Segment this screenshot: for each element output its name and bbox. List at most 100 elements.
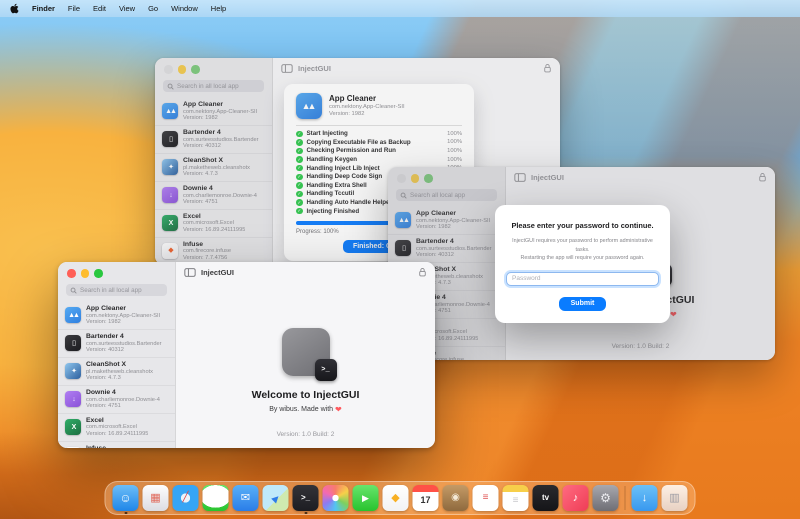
dock-item[interactable] <box>322 485 350 511</box>
dock-item[interactable]: ▶ <box>262 485 290 511</box>
menu-item[interactable]: Go <box>148 4 158 13</box>
dock-item[interactable]: ≡ <box>502 485 530 511</box>
app-version: Version: 40312 <box>86 347 124 354</box>
dock-item[interactable]: ☺ <box>112 485 140 514</box>
close-button[interactable] <box>164 65 173 74</box>
check-icon <box>296 199 303 206</box>
sidebar-app-row[interactable]: ↓ Downie 4 com.charliemonroe.Downie-4 Ve… <box>58 384 175 413</box>
dock-item[interactable]: ♪ <box>562 485 590 511</box>
app-version: Version: 1982 <box>183 115 218 122</box>
dock-item[interactable]: ◉ <box>442 485 470 511</box>
dock-app-icon: ◉ <box>442 485 469 511</box>
dock-item[interactable]: ≡ <box>472 485 500 511</box>
dock-item[interactable] <box>202 485 230 511</box>
sidebar-toggle-icon[interactable] <box>281 63 293 73</box>
dock-app-glyph: ▶ <box>269 491 282 504</box>
sidebar-app-row[interactable]: ▲▲ App Cleaner com.nektony.App-Cleaner-S… <box>388 207 505 234</box>
dock-app-icon <box>202 485 229 511</box>
sidebar-app-row[interactable]: X Excel com.microsoft.Excel Version: 16.… <box>155 208 272 237</box>
sidebar-app-row[interactable]: ✦ CleanShot X pl.maketheweb.cleanshotx V… <box>155 152 272 181</box>
sidebar-app-row[interactable]: ▲▲ App Cleaner com.nektony.App-Cleaner-S… <box>155 98 272 125</box>
dock-item[interactable]: tv <box>532 485 560 511</box>
dock-item[interactable]: ✉ <box>232 485 260 511</box>
app-icon-glyph: X <box>168 219 173 227</box>
sidebar-app-row[interactable]: ▯ Bartender 4 com.surteesstudios.Bartend… <box>388 233 505 262</box>
step-percent: 100% <box>447 130 462 137</box>
dock-item[interactable]: ▦ <box>142 485 170 511</box>
dock-item[interactable]: ▶ <box>352 485 380 511</box>
minimize-button[interactable] <box>177 65 186 74</box>
menu-item[interactable]: Edit <box>93 4 106 13</box>
menu-item[interactable]: Window <box>171 4 198 13</box>
app-name: CleanShot X <box>86 360 127 368</box>
sidebar-app-row[interactable]: ▯ Bartender 4 com.surteesstudios.Bartend… <box>58 328 175 357</box>
zoom-button[interactable] <box>191 65 200 74</box>
app-meta: App Cleaner com.nektony.App-Cleaner-SII … <box>183 101 257 122</box>
minimize-button[interactable] <box>410 174 419 183</box>
close-button[interactable] <box>397 174 406 183</box>
search-icon <box>400 192 407 199</box>
menu-item[interactable]: View <box>119 4 135 13</box>
app-version: Version: 4.7.3 <box>86 375 121 382</box>
dock-app-icon: ⚙ <box>592 485 619 511</box>
sidebar-app-row[interactable]: ▯ Bartender 4 com.surteesstudios.Bartend… <box>155 124 272 153</box>
search-input[interactable] <box>177 82 260 90</box>
menu-item[interactable]: Finder <box>32 4 55 13</box>
sidebar-app-row[interactable]: X Excel com.microsoft.Excel Version: 16.… <box>58 412 175 441</box>
sidebar-app-row[interactable]: ◆ Infuse com.firecore.infuse Version: 7.… <box>58 440 175 448</box>
sidebar-app-row[interactable]: ◆ Infuse com.firecore.infuse Version: 7.… <box>155 236 272 265</box>
app-icon: X <box>65 419 81 436</box>
app-meta: Excel com.microsoft.Excel Version: 16.89… <box>86 417 148 438</box>
app-meta: Infuse com.firecore.infuse Version: 7.7.… <box>183 241 231 262</box>
app-meta: CleanShot X pl.maketheweb.cleanshotx Ver… <box>183 157 250 178</box>
app-version: Version: 4751 <box>86 403 121 410</box>
divider <box>296 125 462 126</box>
dock-item[interactable]: ↓ <box>631 485 659 511</box>
search-input[interactable] <box>80 286 163 294</box>
traffic-lights <box>388 167 505 183</box>
sidebar-toggle-icon[interactable] <box>184 267 196 277</box>
dock-item[interactable]: ⚙ <box>592 485 620 511</box>
sidebar-app-row[interactable]: ▲▲ App Cleaner com.nektony.App-Cleaner-S… <box>58 302 175 329</box>
lock-icon[interactable] <box>418 267 427 277</box>
dock-item[interactable]: ╱ <box>172 485 200 511</box>
submit-button[interactable]: Submit <box>558 296 607 311</box>
dock-item[interactable]: 17 <box>412 485 440 511</box>
search-input[interactable] <box>410 191 493 199</box>
menu-item[interactable]: File <box>68 4 80 13</box>
step-percent: 100% <box>447 139 462 146</box>
sidebar-app-row[interactable]: ✦ CleanShot X pl.maketheweb.cleanshotx V… <box>58 356 175 385</box>
app-icon-glyph: ▲▲ <box>68 311 80 319</box>
sidebar: ▲▲ App Cleaner com.nektony.App-Cleaner-S… <box>155 58 272 265</box>
dock-item[interactable]: ◆ <box>382 485 410 511</box>
sidebar-app-row[interactable]: ↓ Downie 4 com.charliemonroe.Downie-4 Ve… <box>155 180 272 209</box>
app-name: Downie 4 <box>86 388 116 396</box>
zoom-button[interactable] <box>94 269 103 278</box>
search-field[interactable] <box>66 284 167 296</box>
search-field[interactable] <box>163 80 264 92</box>
sidebar: ▲▲ App Cleaner com.nektony.App-Cleaner-S… <box>58 262 175 448</box>
password-input[interactable] <box>506 271 659 286</box>
dock-item[interactable]: >_ <box>292 485 320 514</box>
app-icon-glyph: ↓ <box>169 191 172 199</box>
app-icon: ▯ <box>162 131 178 148</box>
dock-app-glyph: ◉ <box>451 492 460 503</box>
app-list: ▲▲ App Cleaner com.nektony.App-Cleaner-S… <box>58 302 175 448</box>
welcome-subtitle-text: By wibus. Made with <box>269 406 334 413</box>
apple-menu-icon[interactable] <box>10 3 19 14</box>
menu-item[interactable]: Help <box>211 4 226 13</box>
dock-app-icon: ╱ <box>172 485 199 511</box>
minimize-button[interactable] <box>80 269 89 278</box>
inject-step-row: Copying Executable File as Backup 100% <box>296 138 462 147</box>
dock-item[interactable]: ▥ <box>661 485 689 511</box>
close-button[interactable] <box>67 269 76 278</box>
lock-icon[interactable] <box>543 63 552 73</box>
zoom-button[interactable] <box>424 174 433 183</box>
sidebar-toggle-icon[interactable] <box>514 172 526 182</box>
app-meta: App Cleaner com.nektony.App-Cleaner-SII … <box>416 210 490 231</box>
app-icon: ◆ <box>162 242 178 259</box>
search-field[interactable] <box>396 189 497 201</box>
app-icon-large: >_ <box>281 328 337 381</box>
app-icon: ▯ <box>65 335 81 352</box>
lock-icon[interactable] <box>758 172 767 182</box>
